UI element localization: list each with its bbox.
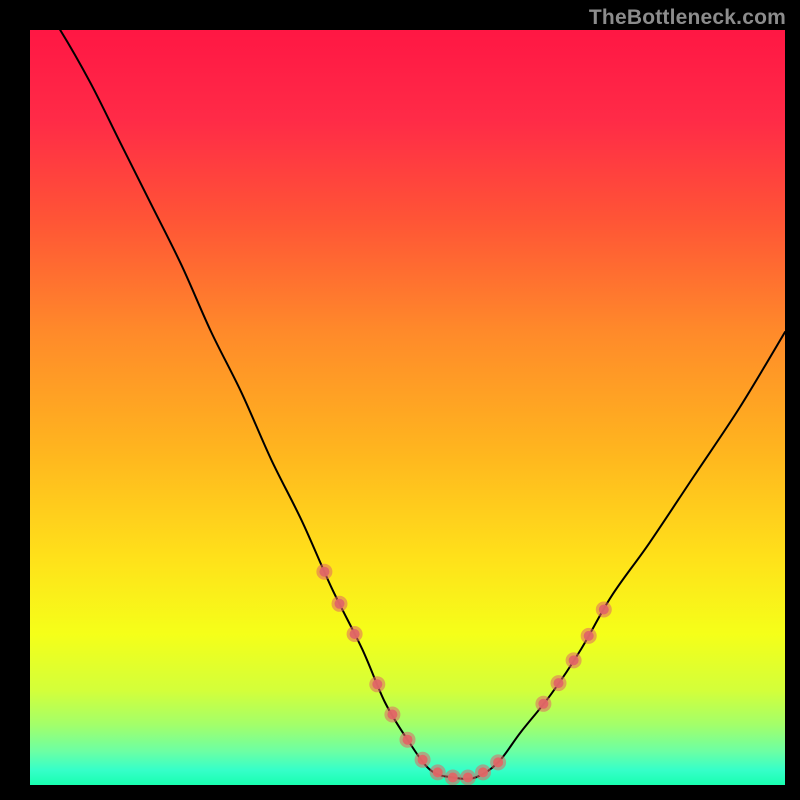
curve-marker [463, 773, 473, 783]
curve-marker [418, 755, 428, 765]
curve-marker [448, 773, 458, 783]
curve-marker [350, 629, 360, 639]
curve-marker [403, 735, 413, 745]
curve-marker [335, 599, 345, 609]
curve-marker [569, 655, 579, 665]
watermark-text: TheBottleneck.com [589, 6, 786, 30]
curve-marker [584, 631, 594, 641]
curve-marker [554, 678, 564, 688]
plot-area [30, 30, 785, 785]
bottleneck-chart-svg [30, 30, 785, 785]
curve-marker [493, 757, 503, 767]
curve-marker [433, 767, 443, 777]
curve-marker [538, 699, 548, 709]
curve-marker [599, 605, 609, 615]
gradient-background [30, 30, 785, 785]
chart-frame: TheBottleneck.com [0, 0, 800, 800]
curve-marker [319, 567, 329, 577]
curve-marker [372, 679, 382, 689]
curve-marker [387, 710, 397, 720]
curve-marker [478, 767, 488, 777]
